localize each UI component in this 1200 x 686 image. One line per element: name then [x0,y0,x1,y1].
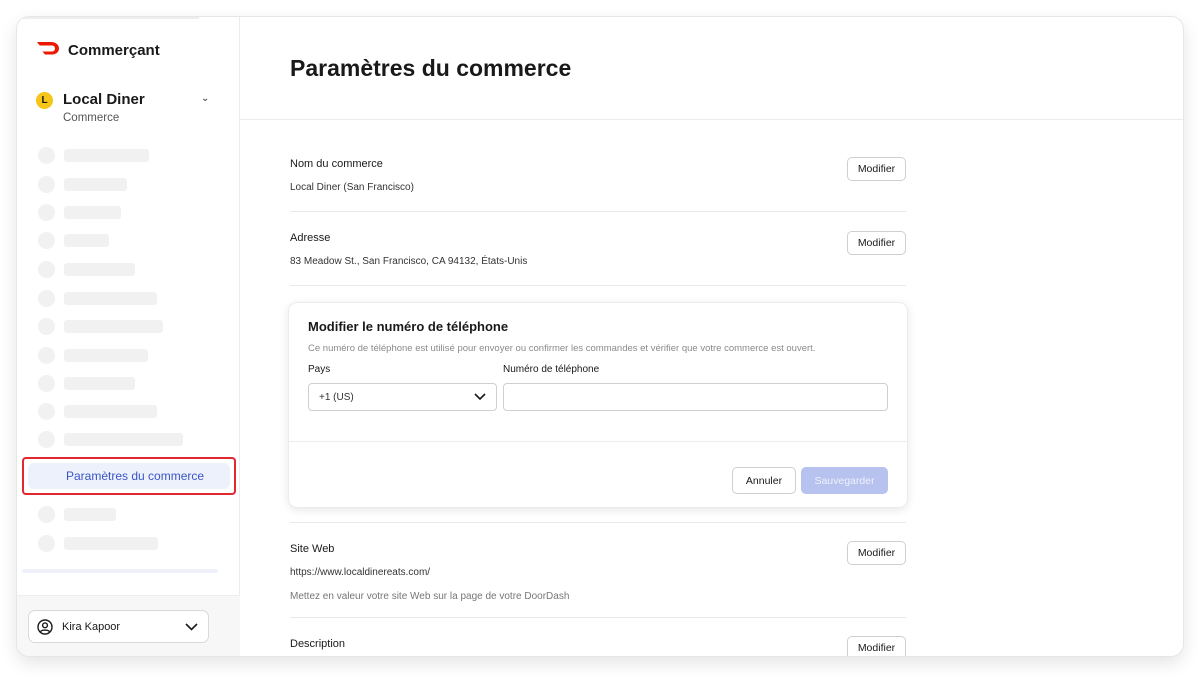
placeholder-label [64,205,121,219]
sidebar-footer: Kira Kapoor [17,595,240,656]
sidebar-item-placeholder[interactable] [38,289,157,307]
placeholder-label [64,404,157,418]
store-name: Local Diner [63,91,145,108]
placeholder-label [64,262,135,276]
placeholder-icon [38,505,55,523]
store-name-section: Nom du commerce Local Diner (San Francis… [290,158,906,193]
active-item-highlight: Paramètres du commerce [22,457,236,495]
section-divider [290,285,906,286]
field-hint: Mettez en valeur votre site Web sur la p… [290,591,570,602]
sidebar-item-store-settings[interactable]: Paramètres du commerce [28,463,230,489]
placeholder-label [64,148,149,162]
edit-store-name-button[interactable]: Modifier [847,157,906,181]
sidebar-item-placeholder[interactable] [38,534,158,552]
sidebar-top-line [17,17,199,19]
placeholder-label [64,536,158,550]
chevron-down-icon[interactable]: ⌄ [201,93,209,104]
placeholder-icon [38,175,55,193]
description-section: Description [290,638,906,650]
cancel-button[interactable]: Annuler [732,467,796,494]
sidebar-item-placeholder[interactable] [38,175,127,193]
page-title: Paramètres du commerce [290,55,572,81]
edit-phone-dialog: Modifier le numéro de téléphone Ce numér… [289,303,907,507]
field-label: Adresse [290,232,331,244]
sidebar-item-placeholder[interactable] [38,260,135,278]
store-type: Commerce [63,112,120,124]
user-avatar-icon [37,618,53,635]
sidebar-item-placeholder[interactable] [38,402,157,420]
edit-address-button[interactable]: Modifier [847,231,906,255]
sidebar-item-placeholder[interactable] [38,374,135,392]
phone-label: Numéro de téléphone [503,364,600,375]
field-value: Local Diner (San Francisco) [290,182,414,193]
user-menu-button[interactable]: Kira Kapoor [28,610,209,643]
placeholder-label [64,291,157,305]
dialog-divider [289,441,907,442]
placeholder-icon [38,260,55,278]
placeholder-icon [38,289,55,307]
website-section: Site Web https://www.localdinereats.com/… [290,543,906,602]
sidebar-item-placeholder[interactable] [38,203,121,221]
sidebar-scrollbar[interactable] [22,569,218,573]
placeholder-label [64,319,163,333]
placeholder-icon [38,374,55,392]
placeholder-label [64,376,135,390]
dialog-title: Modifier le numéro de téléphone [308,319,509,334]
placeholder-icon [38,146,55,164]
phone-number-input[interactable] [503,383,888,411]
field-label: Description [290,638,346,650]
sidebar-item-placeholder[interactable] [38,317,163,335]
dialog-description: Ce numéro de téléphone est utilisé pour … [308,343,816,354]
section-divider [290,617,906,618]
app-window: Commerçant L Local Diner Commerce ⌄ Para… [17,17,1183,656]
sidebar: Commerçant L Local Diner Commerce ⌄ Para… [17,17,240,656]
placeholder-icon [38,317,55,335]
page-header: Paramètres du commerce [240,17,1183,120]
chevron-down-icon [474,392,486,403]
placeholder-label [64,507,116,521]
placeholder-label [64,348,148,362]
placeholder-label [64,177,127,191]
edit-description-button[interactable]: Modifier [847,636,906,656]
doordash-logo-icon [36,41,60,60]
user-name: Kira Kapoor [62,620,121,633]
placeholder-icon [38,231,55,249]
sidebar-item-placeholder[interactable] [38,146,149,164]
chevron-down-icon [185,622,198,631]
save-button[interactable]: Sauvegarder [801,467,888,494]
brand[interactable]: Commerçant [36,41,160,60]
field-value: 83 Meadow St., San Francisco, CA 94132, … [290,256,528,267]
store-avatar: L [36,92,53,109]
brand-name: Commerçant [68,42,160,59]
placeholder-icon [38,203,55,221]
section-divider [290,522,906,523]
country-select[interactable]: +1 (US) [308,383,497,411]
main-content: Paramètres du commerce Nom du commerce L… [240,17,1183,656]
sidebar-item-placeholder[interactable] [38,346,148,364]
address-section: Adresse 83 Meadow St., San Francisco, CA… [290,232,906,267]
country-select-value: +1 (US) [319,391,354,403]
edit-website-button[interactable]: Modifier [847,541,906,565]
section-divider [290,211,906,212]
field-value: https://www.localdinereats.com/ [290,567,431,578]
placeholder-icon [38,346,55,364]
field-label: Nom du commerce [290,158,383,170]
placeholder-label [64,233,109,247]
field-label: Site Web [290,543,335,555]
sidebar-item-placeholder[interactable] [38,231,109,249]
country-label: Pays [308,364,331,375]
placeholder-icon [38,534,55,552]
placeholder-label [64,432,183,446]
sidebar-item-placeholder[interactable] [38,505,116,523]
sidebar-item-placeholder[interactable] [38,430,183,448]
placeholder-icon [38,430,55,448]
placeholder-icon [38,402,55,420]
